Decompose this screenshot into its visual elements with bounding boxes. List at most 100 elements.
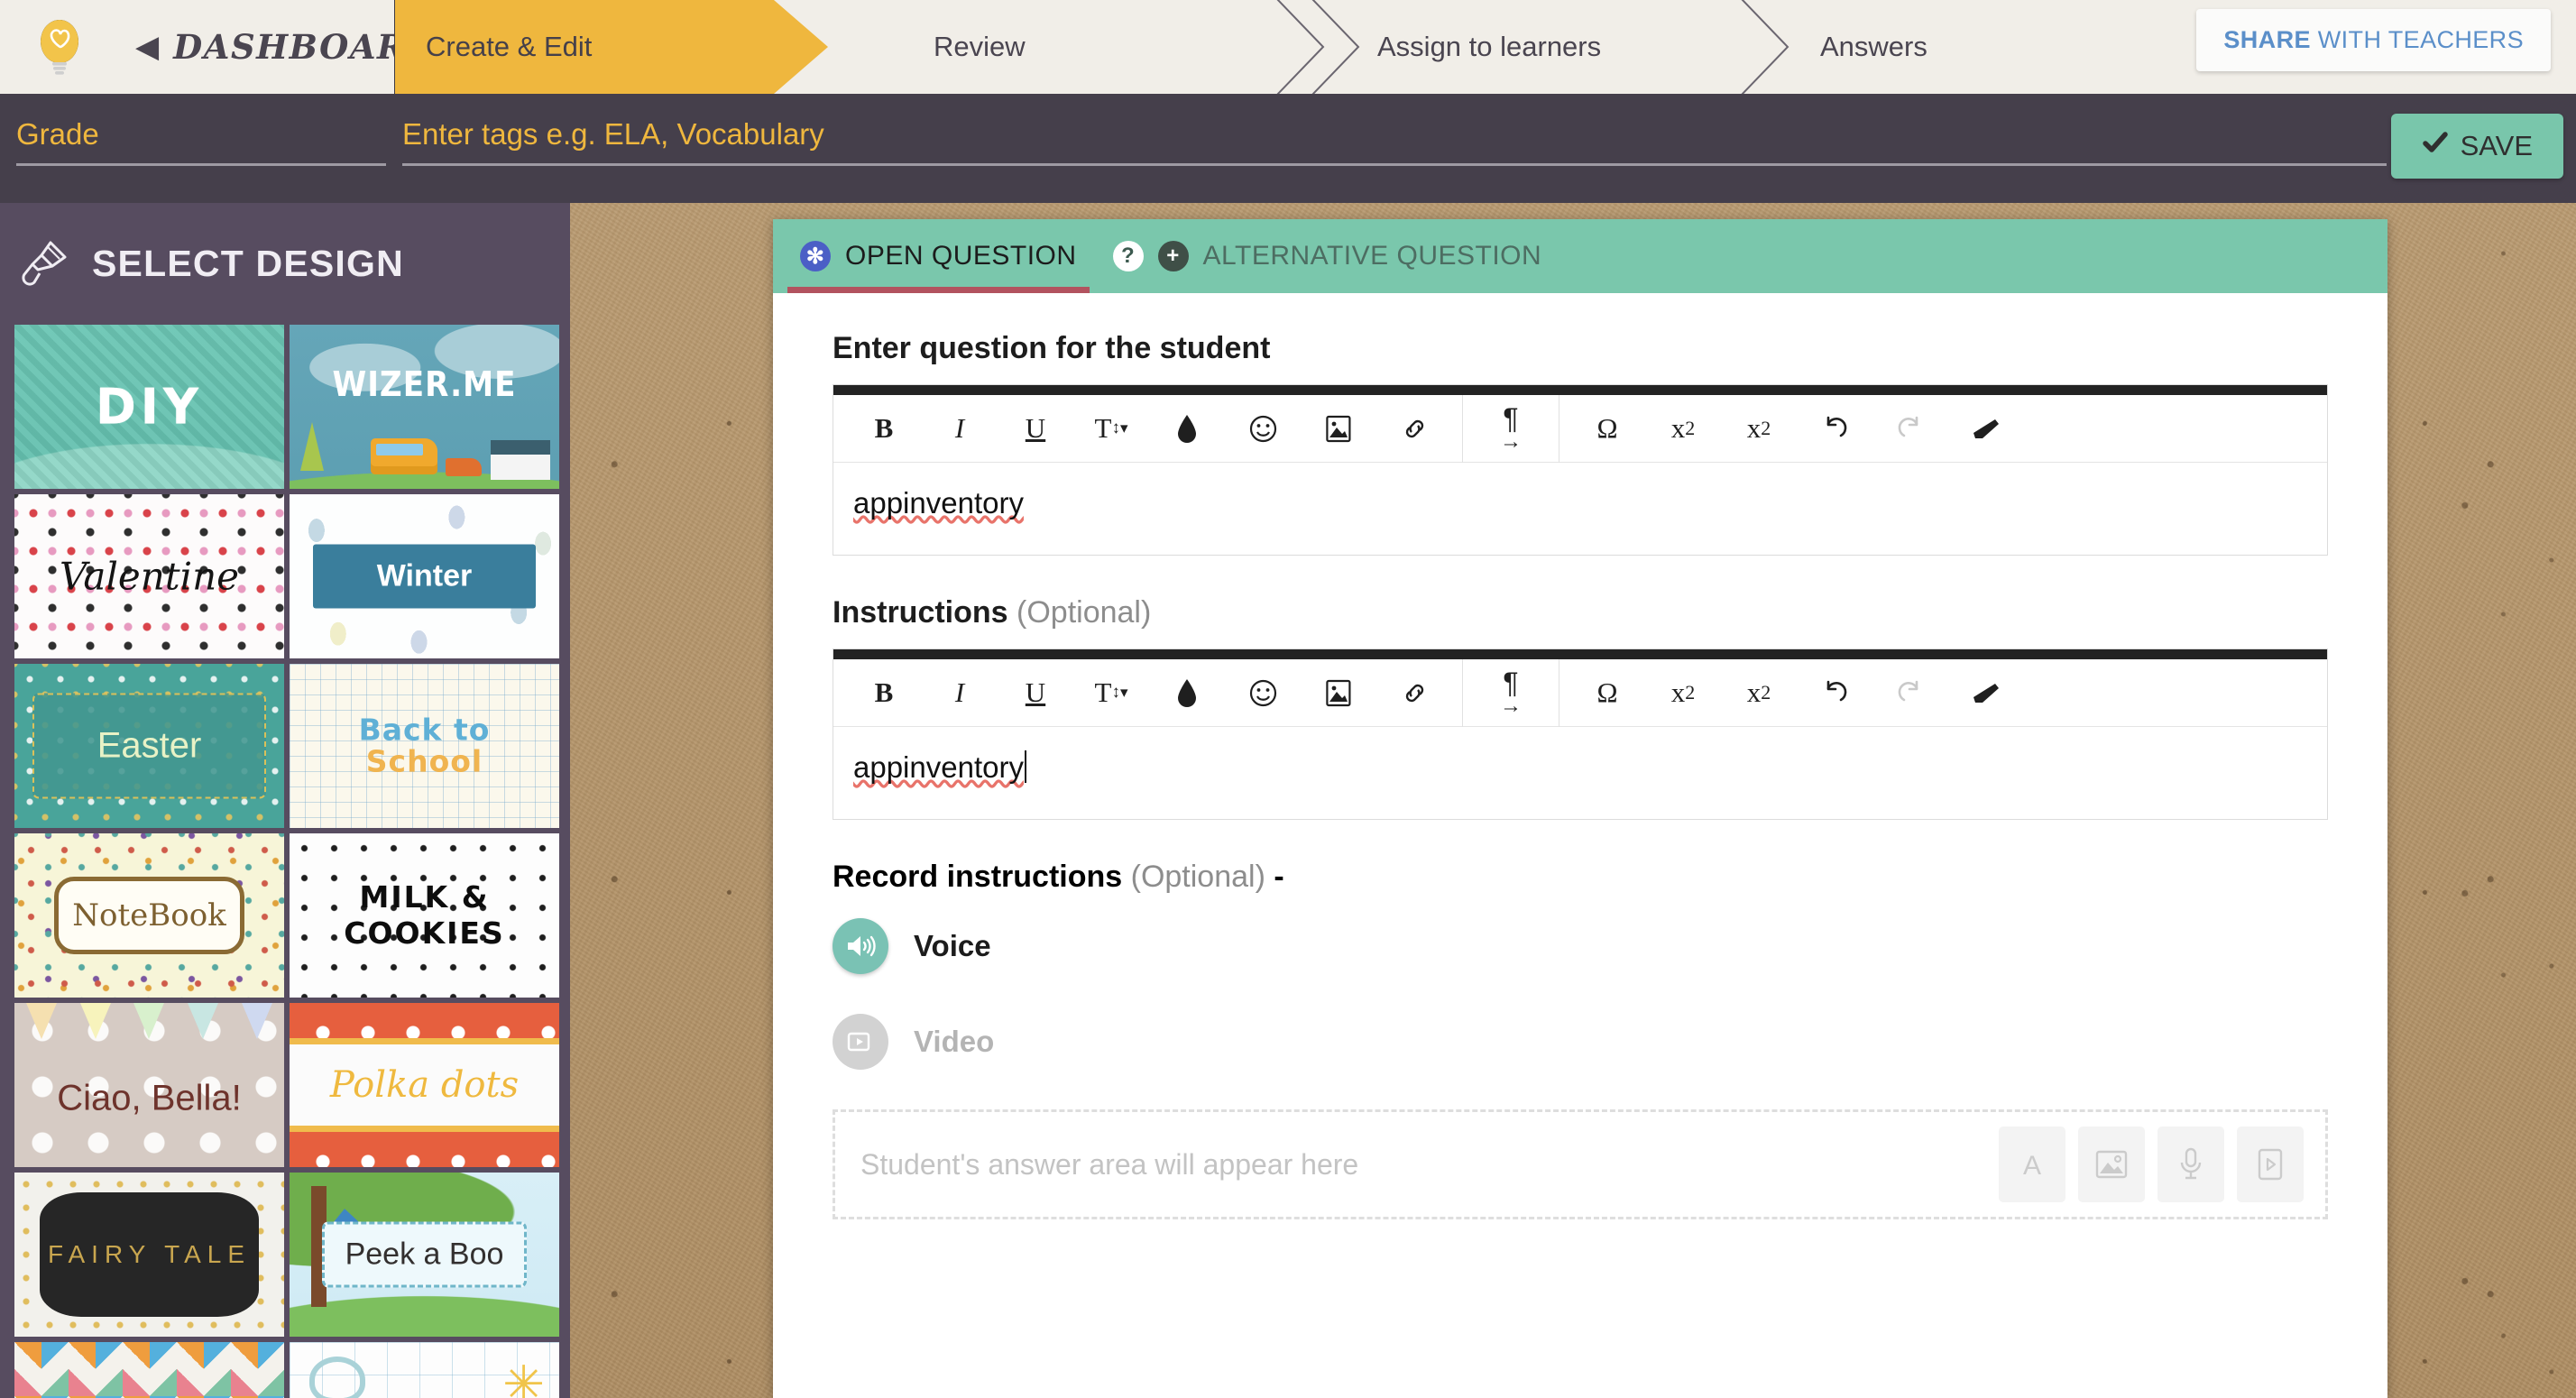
audio-answer-icon[interactable] xyxy=(2157,1127,2224,1202)
insert-link-icon[interactable] xyxy=(1376,395,1452,463)
design-label: Ciao, Bella! xyxy=(57,1078,242,1118)
design-label: WIZER.ME xyxy=(332,363,517,404)
voice-label: Voice xyxy=(914,929,991,962)
question-text: appinventory xyxy=(853,486,1024,520)
record-optional: (Optional) xyxy=(1130,860,1265,894)
design-label: MILK & COOKIES xyxy=(290,879,559,952)
text-answer-icon[interactable]: A xyxy=(1999,1127,2065,1202)
emoji-icon[interactable] xyxy=(1225,659,1301,727)
polka-band-bottom xyxy=(290,1126,559,1167)
design-label: NoteBook xyxy=(54,877,244,954)
redo-icon[interactable] xyxy=(1872,395,1948,463)
instructions-editor-toolbar: B I U T ↕ ▾ ¶ → Ω x 2 x 2 xyxy=(833,658,2327,727)
tags-field[interactable] xyxy=(402,117,2387,166)
special-character-icon[interactable]: Ω xyxy=(1569,395,1645,463)
back-chevron-icon: ◀ xyxy=(135,30,160,64)
design-card-valentine[interactable]: Valentine xyxy=(14,494,284,658)
clear-format-icon[interactable] xyxy=(1948,659,2024,727)
subscript-icon[interactable]: x2 xyxy=(1645,395,1721,463)
text-direction-icon[interactable]: ¶ → xyxy=(1473,659,1549,727)
text-color-icon[interactable] xyxy=(1149,395,1225,463)
design-card-sketch[interactable]: ✳ xyxy=(290,1342,559,1398)
design-card-back-to-school[interactable]: Back to School xyxy=(290,664,559,828)
grade-label: Grade xyxy=(16,117,99,151)
student-answer-area[interactable]: Student's answer area will appear here A xyxy=(833,1109,2328,1219)
tab-separator-arrow xyxy=(1311,0,1360,94)
design-card-peek-a-boo[interactable]: Peek a Boo xyxy=(290,1173,559,1337)
design-label: Back to School xyxy=(290,714,559,777)
insert-image-icon[interactable] xyxy=(1301,395,1376,463)
share-strong: SHARE xyxy=(2223,26,2311,53)
design-card-notebook[interactable]: NoteBook xyxy=(14,833,284,998)
fox-icon xyxy=(446,458,483,476)
design-card-milk-and-cookies[interactable]: MILK & COOKIES xyxy=(290,833,559,998)
superscript-icon[interactable]: x2 xyxy=(1721,659,1797,727)
text-color-icon[interactable] xyxy=(1149,659,1225,727)
design-label: Easter xyxy=(32,693,266,799)
superscript-icon[interactable]: x2 xyxy=(1721,395,1797,463)
italic-icon[interactable]: I xyxy=(922,395,998,463)
special-character-icon[interactable]: Ω xyxy=(1569,659,1645,727)
back-to-dashboard-link[interactable]: ◀ DASHBOARD xyxy=(135,0,437,94)
star-icon: ✳ xyxy=(502,1356,545,1398)
subscript-icon[interactable]: x2 xyxy=(1645,659,1721,727)
bold-icon[interactable]: B xyxy=(846,395,922,463)
design-label: Polka dots xyxy=(329,1064,520,1106)
grade-select[interactable]: Grade xyxy=(16,117,386,166)
lightbulb-logo[interactable] xyxy=(27,14,92,79)
video-answer-icon[interactable] xyxy=(2237,1127,2304,1202)
design-card-winter[interactable]: Winter xyxy=(290,494,559,658)
tab-assign-to-learners[interactable]: Assign to learners xyxy=(1377,0,1601,94)
font-size-icon[interactable]: T ↕ ▾ xyxy=(1073,659,1149,727)
design-card-wizer-me[interactable]: WIZER.ME xyxy=(290,325,559,489)
save-button[interactable]: SAVE xyxy=(2390,114,2563,179)
design-card-ciao-bella[interactable]: Ciao, Bella! xyxy=(14,1003,284,1167)
polka-band-top xyxy=(290,1003,559,1044)
tab-open-question[interactable]: ✻ OPEN QUESTION xyxy=(787,219,1090,293)
bold-icon[interactable]: B xyxy=(846,659,922,727)
tree-icon xyxy=(300,422,324,471)
design-card-chevron[interactable] xyxy=(14,1342,284,1398)
tags-input[interactable] xyxy=(402,117,2387,152)
redo-icon[interactable] xyxy=(1872,659,1948,727)
clear-format-icon[interactable] xyxy=(1948,395,2024,463)
italic-icon[interactable]: I xyxy=(922,659,998,727)
design-label-line1: Back to xyxy=(358,712,491,748)
design-card-easter[interactable]: Easter xyxy=(14,664,284,828)
meta-bar: Grade SAVE xyxy=(0,94,2576,203)
share-with-teachers-button[interactable]: SHARE WITH TEACHERS xyxy=(2196,9,2551,71)
underline-icon[interactable]: U xyxy=(998,659,1073,727)
svg-text:A: A xyxy=(2023,1151,2041,1181)
design-card-polka-dots[interactable]: Polka dots xyxy=(290,1003,559,1167)
question-input[interactable]: appinventory xyxy=(833,463,2327,555)
image-answer-icon[interactable] xyxy=(2078,1127,2145,1202)
design-card-fairy-tale[interactable]: FAIRY TALE xyxy=(14,1173,284,1337)
record-voice-row[interactable]: Voice xyxy=(833,918,2328,974)
undo-icon[interactable] xyxy=(1797,395,1872,463)
toolbar-separator xyxy=(1462,658,1463,727)
design-grid: DIY WIZER.ME Valentine Winter Easter Bac… xyxy=(0,325,570,1398)
help-icon: ? xyxy=(1112,241,1144,271)
bunting-icon xyxy=(14,1003,284,1044)
instructions-input[interactable]: appinventory xyxy=(833,727,2327,819)
tab-alternative-question[interactable]: ? + ALTERNATIVE QUESTION xyxy=(1112,219,1542,293)
tab-label: Answers xyxy=(1820,31,1927,62)
tab-answers[interactable]: Answers xyxy=(1820,0,1927,94)
undo-icon[interactable] xyxy=(1797,659,1872,727)
tab-review[interactable]: Review xyxy=(934,0,1026,94)
underline-icon[interactable]: U xyxy=(998,395,1073,463)
instructions-label: Instructions xyxy=(833,595,1008,630)
font-size-icon[interactable]: T ↕ ▾ xyxy=(1073,395,1149,463)
insert-link-icon[interactable] xyxy=(1376,659,1452,727)
instructions-editor: B I U T ↕ ▾ ¶ → Ω x 2 x 2 appinventory xyxy=(833,648,2328,820)
answer-area-placeholder: Student's answer area will appear here xyxy=(860,1147,1359,1181)
design-card-diy[interactable]: DIY xyxy=(14,325,284,489)
editor-top-rule xyxy=(833,649,2327,659)
question-card: ✻ OPEN QUESTION ? + ALTERNATIVE QUESTION… xyxy=(773,219,2387,1398)
record-video-row[interactable]: Video xyxy=(833,1014,2328,1070)
insert-image-icon[interactable] xyxy=(1301,659,1376,727)
toolbar-separator xyxy=(1462,394,1463,463)
text-direction-icon[interactable]: ¶ → xyxy=(1473,395,1549,463)
emoji-icon[interactable] xyxy=(1225,395,1301,463)
gear-icon: ✻ xyxy=(800,241,831,271)
